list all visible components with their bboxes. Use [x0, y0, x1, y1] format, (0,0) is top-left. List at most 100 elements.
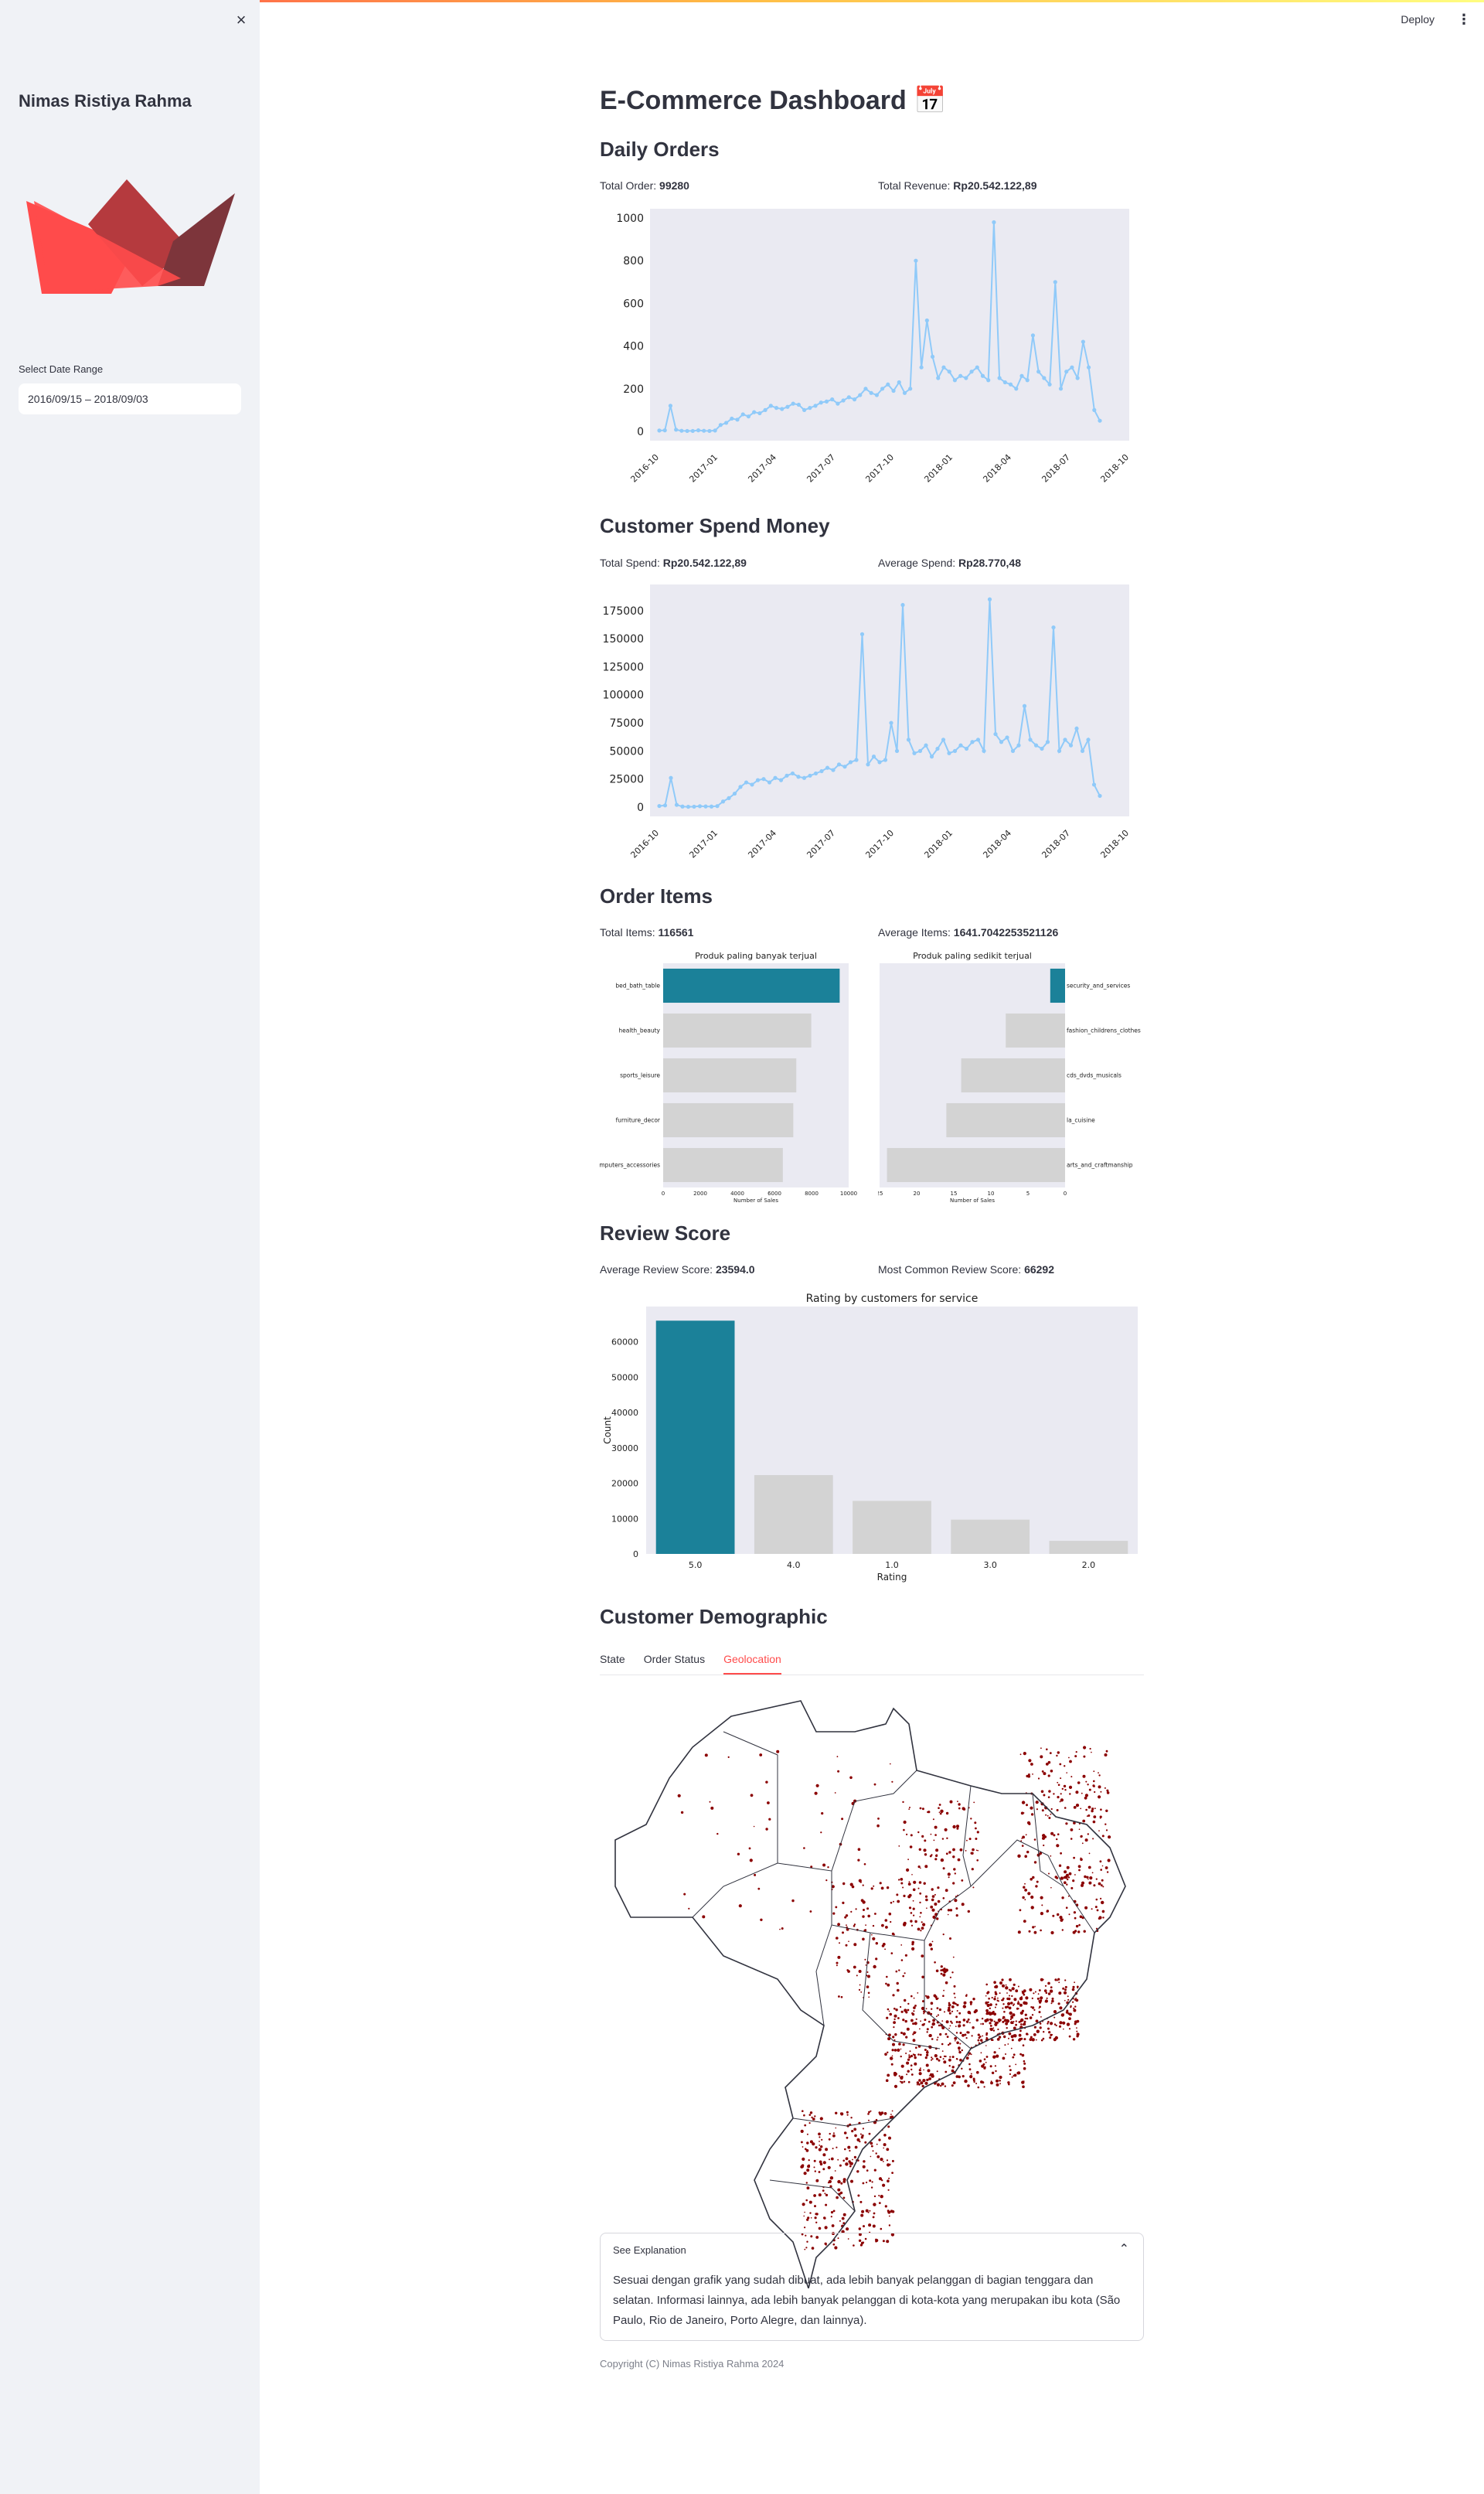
customer-location-dot [1039, 2022, 1042, 2025]
customer-location-dot [822, 2189, 825, 2192]
y-tick-label: 75000 [609, 717, 644, 730]
x-tick-label: 0 [1064, 1191, 1067, 1197]
chevron-up-icon[interactable]: ⌃ [1119, 2241, 1129, 2257]
customer-location-dot [1042, 2037, 1045, 2040]
expander-title[interactable]: See Explanation [613, 2244, 686, 2256]
data-point [791, 401, 795, 406]
customer-location-dot [1087, 1865, 1091, 1869]
customer-location-dot [919, 2028, 921, 2030]
customer-location-dot [1031, 1997, 1033, 1999]
customer-location-dot [677, 1794, 681, 1797]
y-tick-label: 0 [637, 426, 644, 438]
customer-location-dot [930, 1833, 932, 1835]
customer-location-dot [840, 2112, 844, 2116]
customer-location-dot [830, 2211, 834, 2214]
customer-location-dot [1104, 1866, 1108, 1869]
customer-location-dot [827, 1866, 829, 1869]
customer-location-dot [896, 1893, 899, 1896]
x-tick-label: 2017-07 [805, 452, 837, 485]
customer-location-dot [951, 2056, 955, 2059]
customer-location-dot [1100, 1884, 1103, 1887]
customer-location-dot [1026, 1850, 1030, 1854]
customer-location-dot [910, 2064, 913, 2066]
customer-location-dot [1060, 1876, 1064, 1880]
customer-location-dot [829, 2185, 832, 2188]
customer-location-dot [1017, 2000, 1019, 2002]
data-point [755, 778, 761, 782]
date-range-input[interactable]: 2016/09/15 – 2018/09/03 [19, 383, 241, 414]
customer-location-dot [1053, 2023, 1057, 2026]
customer-location-dot [1050, 1986, 1053, 1988]
customer-location-dot [1047, 1981, 1050, 1985]
customer-location-dot [1079, 1915, 1083, 1919]
customer-location-dot [958, 2021, 962, 2024]
customer-location-dot [948, 2027, 950, 2029]
customer-location-dot [801, 2141, 803, 2144]
customer-location-dot [888, 2136, 891, 2140]
more-vertical-icon[interactable]: ⋮ [1455, 12, 1473, 28]
customer-location-dot [909, 1807, 910, 1808]
tab-state[interactable]: State [600, 1653, 625, 1675]
data-point [785, 404, 790, 409]
x-tick-label: 2017-01 [687, 828, 720, 860]
customer-location-dot [993, 2051, 996, 2054]
customer-location-dot [921, 1921, 923, 1923]
customer-location-dot [931, 2008, 933, 2010]
customer-location-dot [918, 2072, 922, 2076]
deploy-button[interactable]: Deploy [1401, 13, 1435, 26]
customer-location-dot [891, 2172, 893, 2174]
explanation-expander[interactable]: See Explanation ⌃ Sesuai dengan grafik y… [600, 2233, 1144, 2341]
data-point [900, 602, 905, 608]
customer-location-dot [819, 2145, 821, 2146]
tab-geolocation[interactable]: Geolocation [723, 1653, 781, 1675]
customer-location-dot [936, 2083, 940, 2087]
x-tick-label: 2017-04 [746, 452, 778, 485]
customer-location-dot [836, 1937, 839, 1940]
customer-location-dot [1015, 2063, 1017, 2066]
customer-location-dot [1100, 1869, 1102, 1871]
customer-location-dot [962, 2024, 965, 2027]
customer-location-dot [1061, 1929, 1064, 1931]
bar [887, 1147, 1065, 1183]
y-tick-label: 150000 [603, 633, 644, 646]
data-point [785, 773, 789, 778]
customer-location-dot [920, 1930, 922, 1932]
customer-location-dot [1009, 1978, 1012, 1981]
customer-location-dot [891, 2210, 895, 2213]
customer-location-dot [1044, 1999, 1048, 2003]
customer-location-dot [1042, 1836, 1045, 1840]
customer-location-dot [806, 2218, 809, 2221]
customer-location-dot [837, 1923, 840, 1927]
customer-location-dot [1077, 1865, 1081, 1869]
customer-location-dot [908, 1808, 910, 1810]
customer-location-dot [867, 1974, 870, 1978]
customer-location-dot [930, 2002, 934, 2005]
streamlit-logo [26, 179, 235, 294]
customer-location-dot [1030, 1763, 1033, 1766]
data-point [808, 406, 812, 411]
customer-location-dot [912, 2039, 916, 2043]
customer-location-dot [876, 2143, 878, 2145]
customer-location-dot [1022, 2044, 1025, 2046]
customer-location-dot [890, 2063, 893, 2066]
customer-location-dot [958, 2050, 962, 2054]
customer-location-dot [913, 1997, 915, 1999]
customer-location-dot [913, 1880, 917, 1884]
best-selling-products-chart: Produk paling banyak terjual bed_bath_tab… [600, 951, 857, 1204]
customer-location-dot [906, 2073, 908, 2076]
tab-order-status[interactable]: Order Status [644, 1653, 705, 1675]
customer-location-dot [1053, 2010, 1057, 2014]
customer-location-dot [815, 2221, 818, 2223]
customer-location-dot [835, 1906, 838, 1909]
customer-location-dot [1053, 2016, 1056, 2019]
customer-location-dot [1006, 2019, 1009, 2023]
customer-location-dot [1016, 2007, 1019, 2010]
customer-location-dot [954, 1899, 958, 1903]
customer-location-dot [822, 2153, 826, 2157]
customer-location-dot [914, 2056, 917, 2060]
customer-location-dot [863, 2160, 866, 2163]
customer-location-dot [888, 2010, 890, 2012]
customer-location-dot [1075, 1997, 1077, 1999]
customer-location-dot [870, 2186, 873, 2189]
close-icon[interactable]: × [232, 11, 250, 29]
